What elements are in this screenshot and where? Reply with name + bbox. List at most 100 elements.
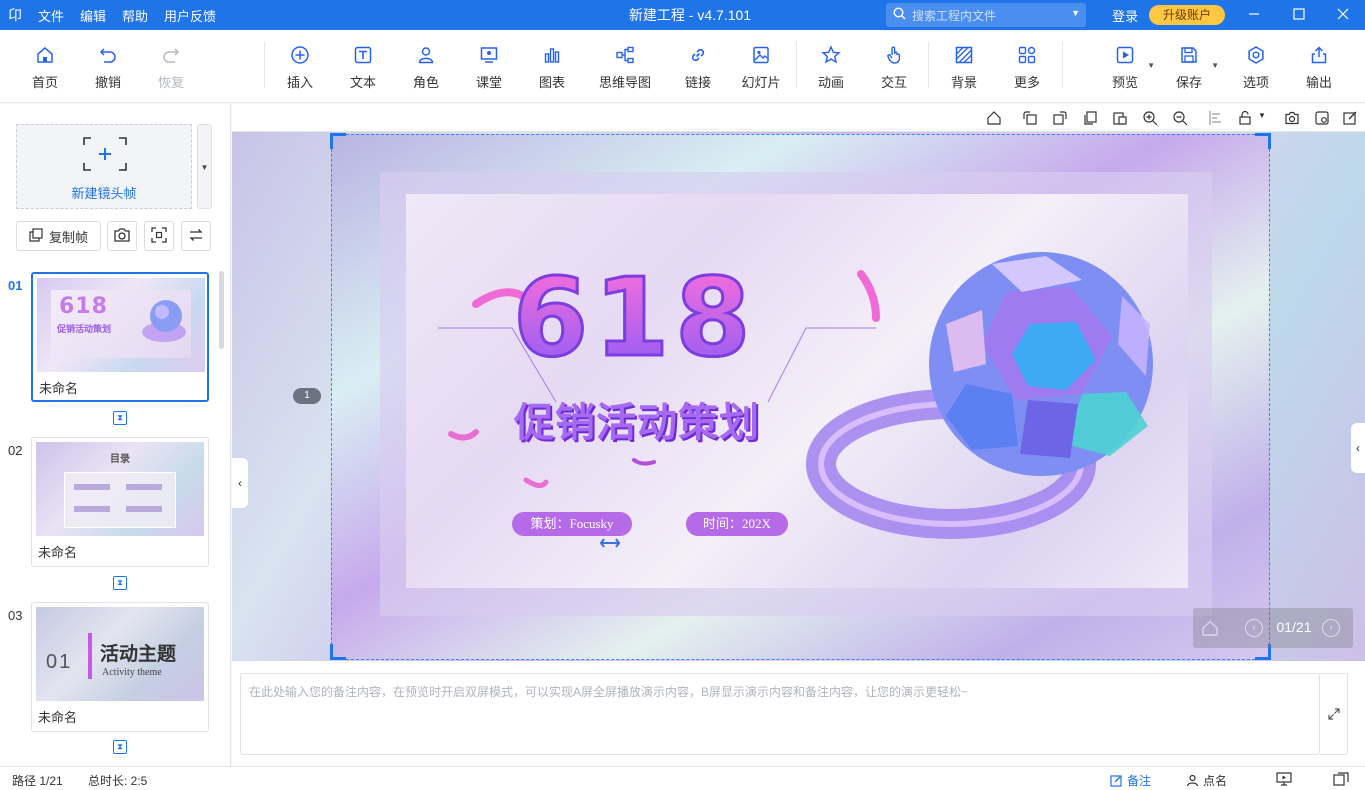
frame-number-badge[interactable]: 1 [293, 388, 321, 404]
status-bar: 路径 1/21 总时长: 2:5 备注 点名 [0, 766, 1365, 790]
transition-icon[interactable]: ⧗ [113, 740, 127, 754]
classroom-icon [461, 44, 517, 66]
save-button[interactable]: 保存 ▼ [1161, 44, 1219, 91]
slide-name: 未命名 [38, 545, 78, 560]
window-title: 新建工程 - v4.7.101 [628, 7, 752, 23]
menu-help[interactable]: 帮助 [114, 6, 156, 25]
slide-content[interactable]: 618 促销活动策划 策划：Focusky 时间：202X [406, 194, 1188, 588]
slide-card[interactable]: 618 促销活动策划 未命名 [31, 272, 209, 402]
login-link[interactable]: 登录 [1112, 6, 1138, 25]
save-dropdown-icon[interactable]: ▼ [1211, 61, 1219, 70]
canvas-area[interactable]: 618 促销活动策划 策划：Focusky 时间：202X 1 [232, 132, 1365, 661]
rollcall-icon [1186, 774, 1199, 787]
role-button[interactable]: 角色 [398, 44, 454, 91]
frame-corner-handle[interactable] [330, 133, 346, 149]
collapse-left-panel-icon[interactable]: ‹ [232, 458, 248, 508]
slide-card[interactable]: 目录 未命名 [31, 437, 209, 567]
home-view-icon[interactable] [986, 110, 1002, 126]
toolbar-divider [1062, 42, 1063, 88]
insert-button[interactable]: 插入 [272, 44, 328, 91]
home-button[interactable]: 首页 [17, 44, 73, 91]
fit-frame-button[interactable] [144, 221, 174, 251]
undo-button[interactable]: 撤销 [80, 44, 136, 91]
transition-icon[interactable]: ⧗ [113, 576, 127, 590]
edit-icon[interactable] [1342, 110, 1358, 126]
slide-card[interactable]: 01 活动主题 Activity theme 未命名 [31, 602, 209, 732]
frames-panel: 新建镜头帧 ▼ 复制帧 01 618 促销活动策划 未命名 ⧗ 02 目录 未命… [0, 104, 231, 766]
link-button[interactable]: 链接 [670, 44, 726, 91]
expand-notes-icon[interactable] [1320, 673, 1348, 755]
expand-right-panel-icon[interactable]: ‹ [1351, 423, 1365, 473]
close-icon[interactable] [1321, 0, 1365, 30]
options-button[interactable]: 选项 [1228, 44, 1284, 91]
mindmap-icon [594, 44, 656, 66]
zoom-out-icon[interactable] [1172, 110, 1188, 126]
maximize-icon[interactable] [1277, 0, 1321, 30]
previous-slide-icon[interactable]: ‹ [1245, 619, 1263, 637]
upgrade-button[interactable]: 升级账户 [1149, 5, 1225, 25]
notes-input[interactable]: 在此处输入您的备注内容，在预览时开启双屏模式，可以实现A屏全屏播放演示内容，B屏… [240, 673, 1320, 755]
new-frame-button[interactable]: 新建镜头帧 [16, 124, 192, 209]
animation-button[interactable]: 动画 [803, 44, 859, 91]
transition-icon[interactable]: ⧗ [113, 411, 127, 425]
export-icon [1291, 44, 1347, 66]
new-frame-dropdown-icon[interactable]: ▼ [197, 124, 212, 209]
resize-handle-icon[interactable] [600, 537, 620, 549]
copy-frame-button[interactable]: 复制帧 [16, 221, 101, 251]
classroom-button[interactable]: 课堂 [461, 44, 517, 91]
text-icon [335, 44, 391, 66]
camera-icon[interactable] [1284, 110, 1300, 126]
settings-frame-icon[interactable] [1314, 110, 1330, 126]
nav-home-icon[interactable] [1201, 619, 1219, 637]
menu-feedback[interactable]: 用户反馈 [156, 6, 224, 25]
time-pill: 时间：202X [686, 512, 788, 536]
search-placeholder: 搜索工程内文件 [912, 8, 997, 23]
paste-icon[interactable] [1112, 110, 1128, 126]
notes-toggle-button[interactable]: 备注 [1110, 772, 1151, 789]
thumb-section-number: 01 [46, 651, 73, 673]
search-dropdown-icon[interactable]: ▼ [1071, 8, 1080, 18]
screen-share-icon[interactable] [1333, 772, 1349, 789]
menu-file[interactable]: 文件 [30, 6, 72, 25]
interaction-button[interactable]: 交互 [866, 44, 922, 91]
slideshow-icon [733, 44, 789, 66]
lock-icon[interactable] [1238, 110, 1254, 126]
search-icon [886, 7, 912, 23]
chart-button[interactable]: 图表 [524, 44, 580, 91]
gear-icon [1228, 44, 1284, 66]
search-box[interactable]: 搜索工程内文件 ▼ [886, 3, 1086, 27]
lock-dropdown-icon[interactable]: ▼ [1258, 111, 1266, 120]
slide-number: 02 [8, 443, 23, 458]
copy-icon [29, 227, 43, 245]
redo-icon [143, 44, 199, 66]
menu-edit[interactable]: 编辑 [72, 6, 114, 25]
redo-button[interactable]: 恢复 [143, 44, 199, 91]
background-button[interactable]: 背景 [936, 44, 992, 91]
frame-corner-handle[interactable] [1255, 133, 1271, 149]
app-logo-icon: 卬 [8, 7, 22, 23]
frames-scrollbar[interactable] [219, 271, 224, 349]
preview-button[interactable]: 预览 ▼ [1097, 44, 1155, 91]
swap-frame-button[interactable] [181, 221, 211, 251]
align-left-icon[interactable] [1208, 110, 1224, 126]
text-button[interactable]: 文本 [335, 44, 391, 91]
planner-pill: 策划：Focusky [512, 512, 632, 536]
more-button[interactable]: 更多 [999, 44, 1055, 91]
export-button[interactable]: 输出 [1291, 44, 1347, 91]
rollcall-button[interactable]: 点名 [1186, 772, 1227, 789]
slideshow-button[interactable]: 幻灯片 [733, 44, 789, 91]
presenter-view-icon[interactable] [1276, 772, 1292, 789]
path-status: 路径 1/21 [12, 774, 63, 788]
minimize-icon[interactable] [1232, 0, 1276, 30]
rotate-left-icon[interactable] [1022, 110, 1038, 126]
zoom-in-icon[interactable] [1142, 110, 1158, 126]
next-slide-icon[interactable]: › [1322, 619, 1340, 637]
new-frame-label: 新建镜头帧 [71, 186, 137, 201]
mindmap-button[interactable]: 思维导图 [594, 44, 656, 91]
screenshot-frame-button[interactable] [107, 221, 137, 251]
save-icon [1161, 44, 1217, 66]
rotate-right-icon[interactable] [1052, 110, 1068, 126]
frame-corner-handle[interactable] [330, 644, 346, 660]
copy-icon[interactable] [1082, 110, 1098, 126]
preview-dropdown-icon[interactable]: ▼ [1147, 61, 1155, 70]
